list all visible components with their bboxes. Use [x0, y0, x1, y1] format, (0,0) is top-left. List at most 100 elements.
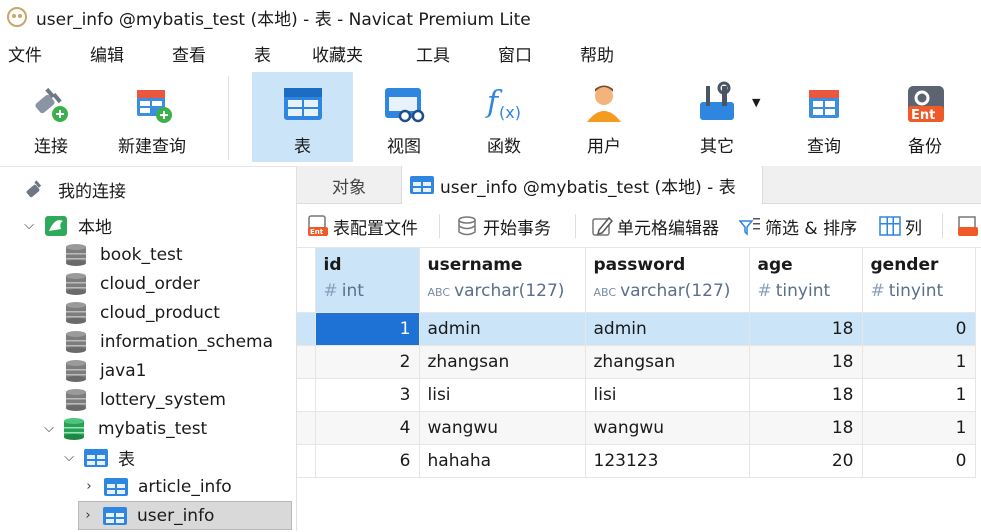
backup-label: 备份	[908, 137, 942, 157]
tree-connection-local[interactable]: ⌵ 本地	[20, 211, 112, 240]
dropdown-arrow-icon[interactable]: ▼	[752, 96, 760, 109]
column-header-gender[interactable]: gender # tinyint	[862, 248, 976, 313]
tree-database[interactable]: cloud_product	[66, 298, 220, 327]
cell-gender[interactable]: 1	[862, 378, 976, 412]
connect-button[interactable]: 连接	[14, 72, 88, 162]
cell-id[interactable]: 1	[315, 312, 420, 346]
function-button[interactable]: f (x) 函数	[468, 72, 540, 162]
cell-gender[interactable]: 0	[862, 312, 976, 346]
editor-pane: 对象 user_info @mybatis_test (本地) - 表 Ent …	[296, 166, 981, 531]
more-button[interactable]	[957, 204, 981, 248]
toolbar-separator	[942, 214, 943, 238]
menu-table[interactable]: 表	[254, 41, 304, 66]
filter-sort-button[interactable]: 筛选 & 排序	[738, 204, 857, 248]
backup-button[interactable]: Ent 备份	[892, 72, 958, 162]
cell-password[interactable]: wangwu	[585, 411, 750, 445]
tree-tables-folder[interactable]: ⌵ 表	[60, 443, 135, 472]
chevron-right-icon[interactable]: ›	[79, 508, 97, 523]
cell-id[interactable]: 3	[315, 378, 420, 412]
cell-age[interactable]: 18	[749, 378, 863, 412]
cell-username[interactable]: lisi	[419, 378, 586, 412]
cell-username[interactable]: admin	[419, 312, 586, 346]
columns-button[interactable]: 列	[879, 204, 922, 248]
cell-age[interactable]: 20	[749, 444, 863, 478]
cell-username[interactable]: zhangsan	[419, 345, 586, 379]
begin-transaction-label: 开始事务	[483, 218, 551, 239]
query-button[interactable]: 查询	[790, 72, 858, 162]
row-selector[interactable]	[297, 345, 316, 379]
menu-favorites[interactable]: 收藏夹	[312, 41, 408, 66]
view-label: 视图	[387, 137, 421, 157]
database-label: cloud_order	[100, 273, 200, 294]
transaction-icon	[457, 215, 479, 237]
view-button[interactable]: 视图	[366, 72, 442, 162]
cell-username[interactable]: hahaha	[419, 444, 586, 478]
column-header-username[interactable]: username ABC varchar(127)	[419, 248, 586, 313]
chevron-right-icon[interactable]: ›	[80, 479, 98, 494]
other-label: 其它	[700, 137, 734, 157]
tree-database[interactable]: java1	[66, 356, 146, 385]
tree-database[interactable]: book_test	[66, 240, 183, 269]
number-type-icon: #	[323, 281, 338, 301]
row-selector[interactable]	[297, 411, 316, 445]
table-row[interactable]: 2 zhangsan zhangsan 18 1	[297, 345, 976, 379]
cell-gender[interactable]: 0	[862, 444, 976, 478]
cell-age[interactable]: 18	[749, 312, 863, 346]
other-button[interactable]: ▼ 其它	[680, 72, 772, 162]
tab-user-info[interactable]: user_info @mybatis_test (本地) - 表	[401, 166, 763, 204]
table-config-button[interactable]: Ent 表配置文件	[307, 204, 418, 248]
cell-password[interactable]: lisi	[585, 378, 750, 412]
menu-view[interactable]: 查看	[172, 41, 246, 66]
begin-transaction-button[interactable]: 开始事务	[457, 204, 551, 248]
tab-objects[interactable]: 对象	[297, 166, 401, 204]
tree-table-user-info[interactable]: › user_info	[78, 501, 292, 530]
menu-edit[interactable]: 编辑	[90, 41, 164, 66]
table-row[interactable]: 6 hahaha 123123 20 0	[297, 444, 976, 478]
tree-connection-label: 本地	[78, 218, 112, 238]
row-selector[interactable]	[297, 378, 316, 412]
tree-table-article-info[interactable]: › article_info	[80, 472, 231, 501]
database-icon	[66, 272, 90, 295]
chevron-down-icon[interactable]: ⌵	[40, 421, 58, 436]
cell-password[interactable]: admin	[585, 312, 750, 346]
cell-password[interactable]: 123123	[585, 444, 750, 478]
tree-database[interactable]: information_schema	[66, 327, 273, 356]
user-button[interactable]: 用户	[568, 72, 640, 162]
toolbar-separator	[228, 76, 229, 160]
table-button[interactable]: 表	[252, 72, 353, 162]
connect-label: 连接	[34, 137, 68, 157]
table-row[interactable]: 4 wangwu wangwu 18 1	[297, 411, 976, 445]
chevron-down-icon[interactable]: ⌵	[20, 218, 38, 233]
cell-age[interactable]: 18	[749, 411, 863, 445]
column-header-age[interactable]: age # tinyint	[749, 248, 863, 313]
cell-username[interactable]: wangwu	[419, 411, 586, 445]
table-config-icon: Ent	[307, 215, 329, 237]
menu-file[interactable]: 文件	[8, 41, 82, 66]
row-selector[interactable]	[297, 444, 316, 478]
tree-database[interactable]: cloud_order	[66, 269, 200, 298]
cell-gender[interactable]: 1	[862, 411, 976, 445]
chevron-down-icon[interactable]: ⌵	[60, 450, 78, 465]
menu-tools[interactable]: 工具	[416, 41, 490, 66]
cell-editor-button[interactable]: 单元格编辑器	[591, 204, 719, 248]
table-row[interactable]: 3 lisi lisi 18 1	[297, 378, 976, 412]
tree-database-open[interactable]: ⌵ mybatis_test	[40, 414, 207, 443]
function-icon: f (x)	[481, 80, 527, 126]
cell-id[interactable]: 4	[315, 411, 420, 445]
tree-database[interactable]: lottery_system	[66, 385, 226, 414]
navicat-logo-icon	[7, 7, 27, 27]
new-query-button[interactable]: 新建查询	[110, 72, 194, 162]
cell-id[interactable]: 6	[315, 444, 420, 478]
table-row[interactable]: 1 admin admin 18 0	[297, 312, 976, 346]
tree-root-connections[interactable]: 我的连接	[24, 175, 126, 204]
row-selector[interactable]	[297, 312, 316, 346]
cell-gender[interactable]: 1	[862, 345, 976, 379]
menu-window[interactable]: 窗口	[498, 41, 572, 66]
cell-id[interactable]: 2	[315, 345, 420, 379]
menu-help[interactable]: 帮助	[580, 41, 654, 66]
toolbar-separator	[575, 214, 576, 238]
column-header-password[interactable]: password ABC varchar(127)	[585, 248, 750, 313]
column-header-id[interactable]: id # int	[315, 248, 420, 313]
cell-password[interactable]: zhangsan	[585, 345, 750, 379]
cell-age[interactable]: 18	[749, 345, 863, 379]
